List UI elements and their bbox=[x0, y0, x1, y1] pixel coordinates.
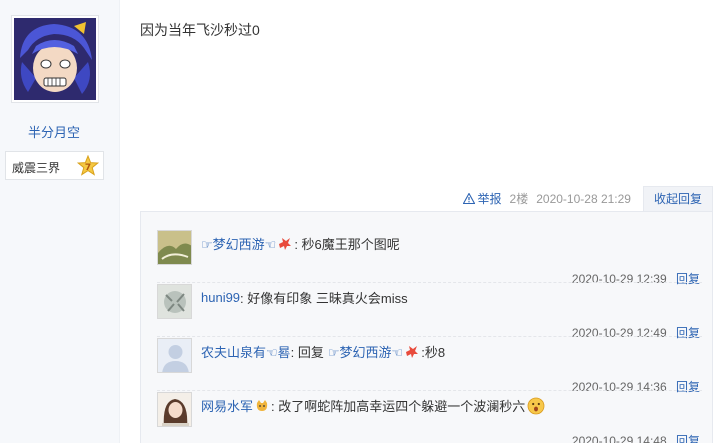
floor-number: 2楼 bbox=[509, 192, 529, 206]
post-tail: 举报 2楼 2020-10-28 21:29 收起回复 bbox=[462, 186, 713, 211]
report-button[interactable]: 举报 bbox=[462, 190, 502, 207]
reply-username[interactable]: huni99 bbox=[201, 290, 240, 305]
reply-username[interactable]: 农夫山泉有☜晷 bbox=[201, 342, 291, 361]
mention-link[interactable]: ☞梦幻西游☜ bbox=[328, 342, 403, 361]
sub-reply-item: huni99 : 好像有印象 三昧真火会miss 2020-10-29 12:4… bbox=[157, 282, 702, 340]
level-star-icon: 7 bbox=[76, 154, 100, 182]
reply-line: 农夫山泉有☜晷 : 回复 ☞梦幻西游☜ :秒8 bbox=[201, 342, 445, 361]
reply-avatar[interactable] bbox=[157, 230, 192, 265]
sub-reply-list: ☞梦幻西游☜ : 秒6魔王那个图呢 2020-10-29 12:39 回复 hu… bbox=[140, 211, 713, 443]
report-label: 举报 bbox=[477, 192, 502, 206]
cat-emoji-icon bbox=[255, 399, 269, 413]
reply-time: 2020-10-29 14:48 bbox=[571, 434, 667, 443]
reply-button[interactable]: 回复 bbox=[676, 434, 700, 443]
avatar-image bbox=[14, 18, 96, 100]
sub-reply-item: ☞梦幻西游☜ : 秒6魔王那个图呢 2020-10-29 12:39 回复 bbox=[157, 230, 702, 286]
reply-username[interactable]: ☞梦幻西游☜ bbox=[201, 234, 276, 253]
author-avatar[interactable] bbox=[11, 15, 99, 103]
reply-text-after: :秒8 bbox=[421, 345, 446, 360]
author-name[interactable]: 半分月空 bbox=[0, 122, 108, 141]
surprised-emoji-icon bbox=[527, 397, 545, 415]
reply-text: : 秒6魔王那个图呢 bbox=[294, 237, 400, 252]
reply-avatar[interactable] bbox=[157, 392, 192, 427]
reply-text: : 好像有印象 三昧真火会miss bbox=[240, 291, 408, 306]
level-number: 7 bbox=[85, 163, 91, 173]
reply-line: ☞梦幻西游☜ : 秒6魔王那个图呢 bbox=[201, 234, 400, 253]
reply-avatar[interactable] bbox=[157, 284, 192, 319]
reply-avatar[interactable] bbox=[157, 338, 192, 373]
post-time: 2020-10-28 21:29 bbox=[536, 191, 631, 206]
reply-line: huni99 : 好像有印象 三昧真火会miss bbox=[201, 288, 408, 307]
reply-text: : 改了啊蛇阵加高幸运四个躲避一个波澜秒六 bbox=[271, 399, 526, 414]
reply-username[interactable]: 网易水军 bbox=[201, 396, 253, 415]
level-badge[interactable]: 威震三界 7 bbox=[5, 151, 104, 180]
anger-emoji-icon bbox=[278, 237, 292, 251]
sub-reply-item: 农夫山泉有☜晷 : 回复 ☞梦幻西游☜ :秒8 2020-10-29 14:36… bbox=[157, 336, 702, 394]
level-title: 威震三界 bbox=[12, 161, 61, 175]
reply-text: : 回复 bbox=[290, 345, 324, 360]
author-sidebar: 半分月空 威震三界 7 bbox=[0, 0, 120, 443]
post-content: 因为当年飞沙秒过0 bbox=[140, 22, 260, 38]
anger-emoji-icon bbox=[405, 345, 419, 359]
collapse-replies-button[interactable]: 收起回复 bbox=[642, 186, 713, 211]
reply-line: 网易水军 : 改了啊蛇阵加高幸运四个躲避一个波澜秒六 bbox=[201, 396, 547, 415]
sub-reply-item: 网易水军 : 改了啊蛇阵加高幸运四个躲避一个波澜秒六 2020-10-29 14… bbox=[157, 390, 702, 443]
reply-meta: 2020-10-29 14:48 回复 bbox=[572, 432, 700, 443]
warning-icon bbox=[462, 193, 475, 204]
